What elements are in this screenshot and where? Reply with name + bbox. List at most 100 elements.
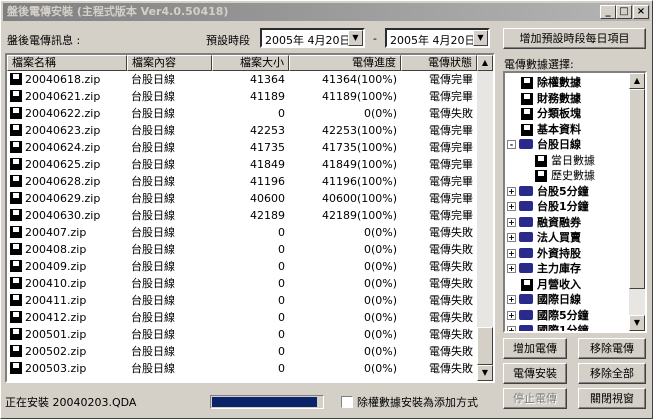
cell-name: 200407.zip — [25, 226, 87, 239]
cell-progress: 42189(100%) — [321, 209, 397, 222]
cell-content: 台股日線 — [131, 90, 175, 103]
cell-name: 200408.zip — [25, 243, 87, 256]
table-row[interactable]: 20040629.zip 台股日線 40600 40600(100%) 電傳完畢 — [7, 190, 477, 207]
cell-name: 200411.zip — [25, 294, 87, 307]
expand-icon[interactable]: + — [507, 295, 516, 304]
chevron-down-icon[interactable]: ▼ — [348, 30, 363, 46]
stop-button[interactable]: 停止電傳 — [503, 388, 567, 409]
table-row[interactable]: 200408.zip 台股日線 0 0(0%) 電傳失敗 — [7, 241, 477, 258]
cell-size: 0 — [278, 345, 285, 358]
col-header-status[interactable]: 電傳狀態 — [401, 55, 477, 71]
table-row[interactable]: 20040630.zip 台股日線 42189 42189(100%) 電傳完畢 — [7, 207, 477, 224]
tree-item-label: 財務數據 — [537, 91, 581, 105]
scroll-thumb[interactable] — [477, 327, 493, 365]
cell-progress: 0(0%) — [363, 260, 397, 273]
expand-icon[interactable]: + — [507, 264, 516, 273]
info-label: 盤後電傳訊息 : — [7, 34, 81, 47]
col-header-name[interactable]: 檔案名稱 — [7, 55, 127, 71]
disk-icon — [10, 90, 22, 102]
disk-icon — [10, 311, 22, 323]
cell-status: 電傳失敗 — [429, 260, 473, 273]
table-row[interactable]: 200409.zip 台股日線 0 0(0%) 電傳失敗 — [7, 258, 477, 275]
cell-name: 20040628.zip — [25, 175, 101, 188]
table-row[interactable]: 20040628.zip 台股日線 41196 41196(100%) 電傳完畢 — [7, 173, 477, 190]
close-window-button[interactable]: × — [633, 5, 649, 19]
expand-icon[interactable]: + — [507, 310, 516, 320]
disk-icon — [521, 108, 533, 120]
add-transfer-button[interactable]: 增加電傳 — [503, 338, 567, 359]
col-header-size[interactable]: 檔案大小 — [212, 55, 289, 71]
expand-icon[interactable]: + — [507, 233, 516, 242]
remove-all-button[interactable]: 移除全部 — [578, 363, 646, 384]
minimize-button[interactable]: _ — [600, 5, 616, 19]
table-row[interactable]: 20040624.zip 台股日線 41735 41735(100%) 電傳完畢 — [7, 139, 477, 156]
tree-scroll-down-button[interactable]: ▼ — [629, 315, 645, 331]
book-icon — [519, 232, 533, 242]
scroll-up-button[interactable]: ▲ — [477, 55, 493, 71]
scroll-down-button[interactable]: ▼ — [477, 365, 493, 381]
cell-name: 200503.zip — [25, 362, 87, 375]
install-progress-bar — [210, 395, 324, 409]
col-header-content[interactable]: 檔案內容 — [127, 55, 212, 71]
col-header-progress[interactable]: 電傳進度 — [289, 55, 401, 71]
cell-content: 台股日線 — [131, 345, 175, 358]
table-row[interactable]: 20040623.zip 台股日線 42253 42253(100%) 電傳完畢 — [7, 122, 477, 139]
expand-icon[interactable]: + — [507, 217, 516, 227]
cell-content: 台股日線 — [131, 73, 175, 86]
tree-item-label: 國際5分鐘 — [537, 308, 589, 322]
cell-progress: 41189(100%) — [321, 90, 397, 103]
expand-icon[interactable]: + — [507, 202, 516, 211]
cell-content: 台股日線 — [131, 243, 175, 256]
cell-content: 台股日線 — [131, 311, 175, 324]
table-row[interactable]: 200407.zip 台股日線 0 0(0%) 電傳失敗 — [7, 224, 477, 241]
tree-scroll-thumb[interactable] — [629, 89, 645, 289]
cell-name: 200409.zip — [25, 260, 87, 273]
install-button[interactable]: 電傳安裝 — [503, 363, 567, 384]
expand-icon[interactable]: + — [507, 326, 516, 331]
table-row[interactable]: 200502.zip 台股日線 0 0(0%) 電傳失敗 — [7, 343, 477, 360]
table-row[interactable]: 200410.zip 台股日線 0 0(0%) 電傳失敗 — [7, 275, 477, 292]
tree-item-label: 基本資料 — [537, 122, 581, 136]
title-bar[interactable]: 盤後電傳安裝 (主程式版本 Ver4.0.50418) _ □ × — [3, 3, 650, 21]
table-row[interactable]: 20040622.zip 台股日線 0 0(0%) 電傳失敗 — [7, 105, 477, 122]
disk-icon — [521, 123, 533, 136]
add-schedule-button[interactable]: 增加預設時段每日項目 — [503, 28, 646, 49]
table-row[interactable]: 200412.zip 台股日線 0 0(0%) 電傳失敗 — [7, 309, 477, 326]
chevron-down-icon[interactable]: ▼ — [473, 30, 488, 46]
cell-progress: 0(0%) — [363, 362, 397, 375]
collapse-icon[interactable]: - — [507, 140, 516, 149]
tree-scrollbar[interactable]: ▲ ▼ — [629, 73, 645, 331]
append-mode-checkbox[interactable] — [341, 396, 353, 408]
cell-content: 台股日線 — [131, 260, 175, 273]
cell-status: 電傳失敗 — [429, 328, 473, 341]
data-tree[interactable]: 除權數據 財務數據 分類板塊 基本資料 - 台股日線 當日數據 歷史數據 + 台股5分鐘 + 台股1分… — [503, 71, 647, 333]
table-row[interactable]: 200501.zip 台股日線 0 0(0%) 電傳失敗 — [7, 326, 477, 343]
tree-item-label: 台股1分鐘 — [537, 200, 589, 213]
expand-icon[interactable]: + — [507, 186, 516, 196]
cell-progress: 0(0%) — [363, 328, 397, 341]
cell-progress: 0(0%) — [363, 226, 397, 239]
close-dialog-button[interactable]: 關閉視窗 — [578, 388, 646, 409]
date-to-picker[interactable]: 2005年 4月20日 ▼ — [385, 28, 490, 48]
cell-progress: 0(0%) — [363, 345, 397, 358]
expand-icon[interactable]: + — [507, 248, 516, 258]
disk-icon — [10, 277, 22, 289]
book-icon — [519, 294, 533, 304]
cell-status: 電傳失敗 — [429, 311, 473, 324]
remove-transfer-button[interactable]: 移除電傳 — [578, 338, 646, 359]
date-from-picker[interactable]: 2005年 4月20日 ▼ — [260, 28, 365, 48]
table-row[interactable]: 20040618.zip 台股日線 41364 41364(100%) 電傳完畢 — [7, 71, 477, 88]
table-row[interactable]: 20040625.zip 台股日線 41849 41849(100%) 電傳完畢 — [7, 156, 477, 173]
table-row[interactable]: 20040621.zip 台股日線 41189 41189(100%) 電傳完畢 — [7, 88, 477, 105]
maximize-button[interactable]: □ — [616, 5, 632, 19]
table-row[interactable]: 200503.zip 台股日線 0 0(0%) 電傳失敗 — [7, 360, 477, 377]
list-scrollbar[interactable]: ▲ ▼ — [477, 55, 493, 381]
tree-scroll-up-button[interactable]: ▲ — [629, 73, 645, 89]
file-list[interactable]: 檔案名稱 檔案內容 檔案大小 電傳進度 電傳狀態 20040618.zip 台股日… — [5, 53, 495, 383]
cell-status: 電傳完畢 — [429, 124, 473, 137]
table-row[interactable]: 200411.zip 台股日線 0 0(0%) 電傳失敗 — [7, 292, 477, 309]
cell-progress: 0(0%) — [363, 243, 397, 256]
cell-progress: 40600(100%) — [321, 192, 397, 205]
cell-progress: 42253(100%) — [321, 124, 397, 137]
disk-icon — [10, 175, 22, 187]
